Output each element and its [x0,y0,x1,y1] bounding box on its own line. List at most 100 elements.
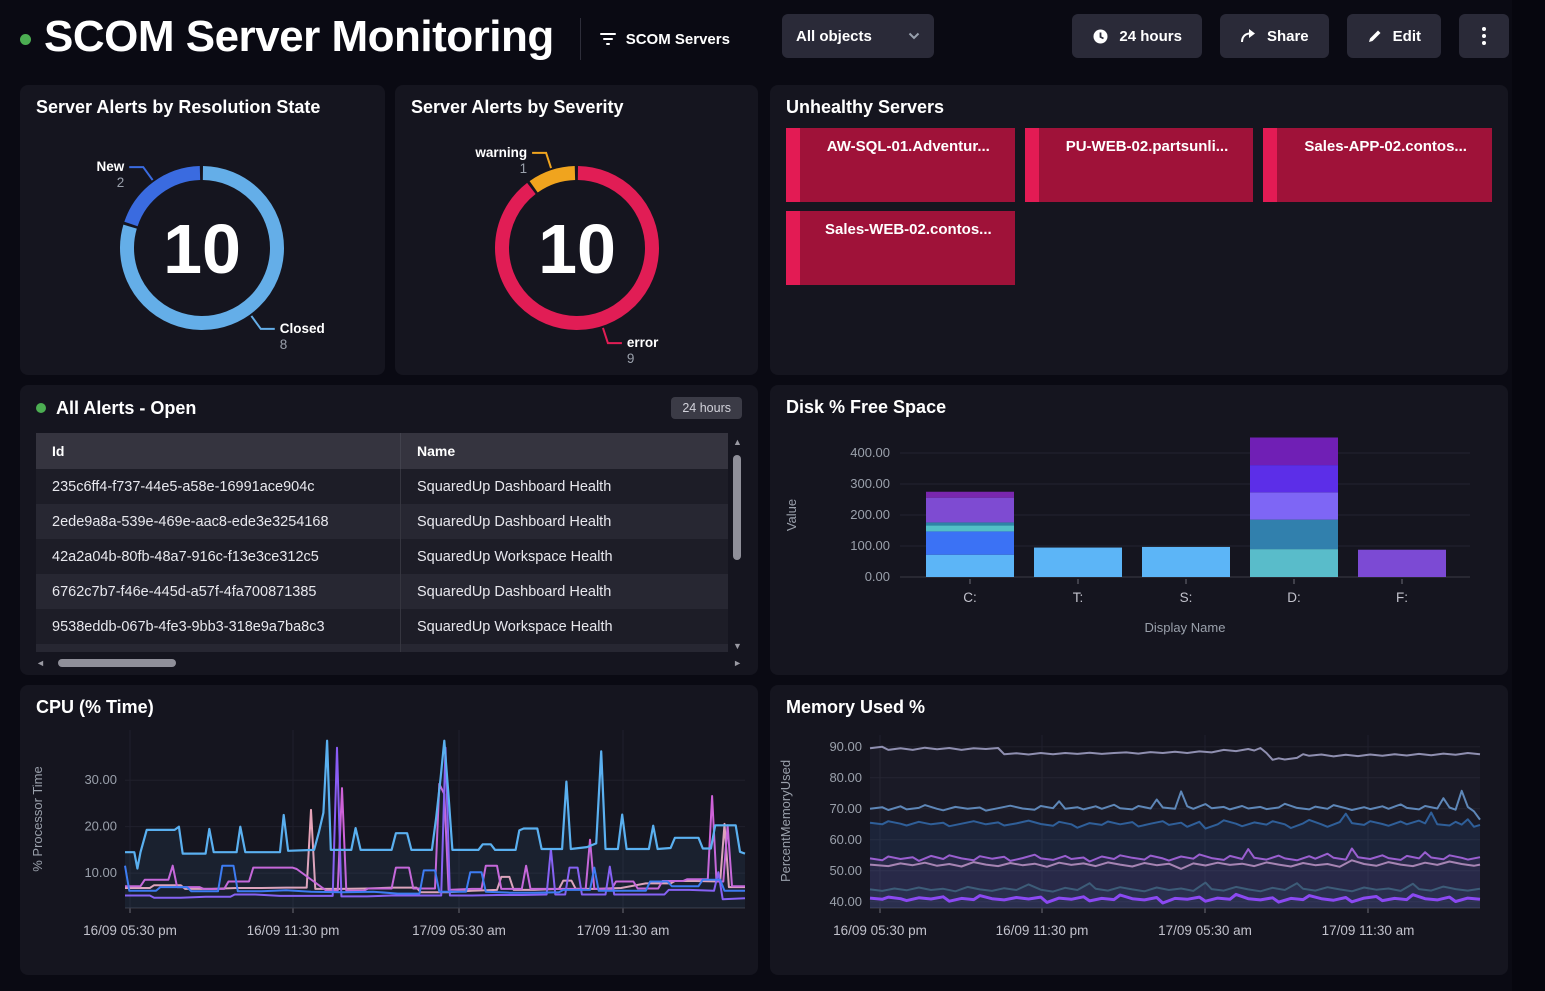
svg-text:10.00: 10.00 [84,865,117,880]
scope-selector[interactable]: SCOM Servers [599,31,730,48]
server-health-strip [786,128,800,202]
server-health-strip [786,211,800,285]
page-title: SCOM Server Monitoring [44,15,554,63]
svg-text:error: error [627,335,659,350]
header-actions: 24 hours Share Edit [1072,14,1509,58]
alerts-table: Id Name 235c6ff4-f737-44e5-a58e-16991ace… [36,433,728,644]
column-header-name: Name [400,433,728,469]
alert-name-cell: SquaredUp Dashboard Health [400,469,728,504]
disk-free-space-chart: 0.00100.00200.00300.00400.00C:T:S:D:F:Va… [770,385,1508,675]
panel-cpu: CPU (% Time) 16/09 05:30 pm16/09 11:30 p… [20,685,758,975]
server-tile[interactable]: PU-WEB-02.partsunli... [1025,128,1254,202]
svg-text:8: 8 [280,337,288,352]
edit-label: Edit [1393,28,1421,45]
panel-title: Server Alerts by Resolution State [36,97,320,118]
svg-text:17/09 05:30 am: 17/09 05:30 am [412,923,506,938]
timeframe-badge: 24 hours [671,397,742,419]
svg-text:20.00: 20.00 [84,819,117,834]
scroll-right-icon[interactable]: ► [733,658,742,668]
svg-text:200.00: 200.00 [850,507,890,522]
alerts-status-dot [36,403,46,413]
table-row[interactable]: 235c6ff4-f737-44e5-a58e-16991ace904cSqua… [36,469,728,504]
svg-text:80.00: 80.00 [829,770,862,785]
svg-text:9: 9 [627,351,635,366]
alert-name-cell: SquaredUp Workspace Health [400,609,728,644]
clock-icon [1092,28,1109,45]
server-tile-label: Sales-WEB-02.contos... [808,221,1009,238]
table-row[interactable]: 6762c7b7-f46e-445d-a57f-4fa700871385Squa… [36,574,728,609]
server-tile-label: PU-WEB-02.partsunli... [1047,138,1248,155]
memory-used-chart: 16/09 05:30 pm16/09 11:30 pm17/09 05:30 … [770,685,1508,975]
svg-text:F:: F: [1396,590,1408,605]
pencil-icon [1367,28,1383,44]
svg-text:Closed: Closed [280,321,325,336]
more-options-button[interactable] [1459,14,1509,58]
column-header-id: Id [36,433,400,469]
svg-text:1: 1 [520,161,528,176]
edit-button[interactable]: Edit [1347,14,1441,58]
cpu-time-chart: 16/09 05:30 pm16/09 11:30 pm17/09 05:30 … [20,685,758,975]
panel-unhealthy-servers: Unhealthy Servers AW-SQL-01.Adventur... P… [770,85,1508,375]
svg-text:40.00: 40.00 [829,894,862,909]
table-row[interactable]: 2ede9a8a-539e-469e-aac8-ede3e3254168Squa… [36,504,728,539]
table-row[interactable]: 9538eddb-067b-4fe3-9bb3-318e9a7ba8c3Squa… [36,609,728,644]
horizontal-scroll-thumb[interactable] [58,659,176,667]
panel-title: All Alerts - Open [56,398,196,419]
alert-name-cell: SquaredUp Dashboard Health [400,504,728,539]
alert-id-cell: 9538eddb-067b-4fe3-9bb3-318e9a7ba8c3 [36,609,400,644]
svg-text:400.00: 400.00 [850,445,890,460]
scroll-down-icon[interactable]: ▼ [733,641,742,651]
svg-text:C:: C: [963,590,977,605]
svg-text:10: 10 [163,210,241,288]
kebab-icon [1482,27,1486,45]
svg-text:D:: D: [1287,590,1301,605]
svg-text:90.00: 90.00 [829,739,862,754]
timeframe-label: 24 hours [1119,28,1182,45]
svg-text:2: 2 [117,175,125,190]
svg-text:16/09 11:30 pm: 16/09 11:30 pm [247,923,340,938]
server-tile[interactable]: AW-SQL-01.Adventur... [786,128,1015,202]
svg-text:17/09 11:30 am: 17/09 11:30 am [1322,923,1415,938]
alert-id-cell: 42a2a04b-80fb-48a7-916c-f13e3ce312c5 [36,539,400,574]
svg-text:New: New [96,159,124,174]
svg-text:Value: Value [784,499,799,531]
svg-text:60.00: 60.00 [829,832,862,847]
panel-severity: Server Alerts by Severity error9warning1… [395,85,758,375]
objects-dropdown[interactable]: All objects [782,14,934,58]
share-icon [1240,28,1257,44]
share-button[interactable]: Share [1220,14,1329,58]
timeframe-button[interactable]: 24 hours [1072,14,1202,58]
panel-title: Memory Used % [786,697,925,718]
server-tile[interactable]: Sales-APP-02.contos... [1263,128,1492,202]
svg-text:0.00: 0.00 [865,569,890,584]
server-tile[interactable]: Sales-WEB-02.contos... [786,211,1015,285]
alert-id-cell: 2ede9a8a-539e-469e-aac8-ede3e3254168 [36,504,400,539]
filter-icon [599,32,617,46]
panel-disk-free-space: Disk % Free Space 0.00100.00200.00300.00… [770,385,1508,675]
alerts-panel-header: All Alerts - Open 24 hours [36,397,742,419]
resolution-donut-chart: Closed8 New2 10 [20,85,385,375]
chevron-down-icon [908,32,920,40]
svg-text:300.00: 300.00 [850,476,890,491]
share-label: Share [1267,28,1309,45]
server-tile-label: AW-SQL-01.Adventur... [808,138,1009,155]
panel-title: Unhealthy Servers [786,97,944,118]
scroll-left-icon[interactable]: ◄ [36,658,45,668]
svg-text:16/09 05:30 pm: 16/09 05:30 pm [833,923,927,938]
panel-resolution-state: Server Alerts by Resolution State Closed… [20,85,385,375]
svg-text:T:: T: [1073,590,1084,605]
scroll-up-icon[interactable]: ▲ [733,437,742,447]
svg-text:warning: warning [474,145,527,160]
horizontal-scrollbar[interactable]: ◄ ► [36,658,742,669]
objects-dropdown-label: All objects [796,28,872,45]
panel-title: CPU (% Time) [36,697,154,718]
svg-text:70.00: 70.00 [829,801,862,816]
window-gutter [1512,0,1545,991]
header-divider [580,18,581,60]
vertical-scroll-thumb[interactable] [733,455,741,560]
vertical-scrollbar[interactable]: ▲ ▼ [732,437,743,651]
header: SCOM Server Monitoring SCOM Servers [20,0,730,78]
panel-title: Disk % Free Space [786,397,946,418]
svg-text:17/09 11:30 am: 17/09 11:30 am [577,923,670,938]
table-row[interactable]: 42a2a04b-80fb-48a7-916c-f13e3ce312c5Squa… [36,539,728,574]
